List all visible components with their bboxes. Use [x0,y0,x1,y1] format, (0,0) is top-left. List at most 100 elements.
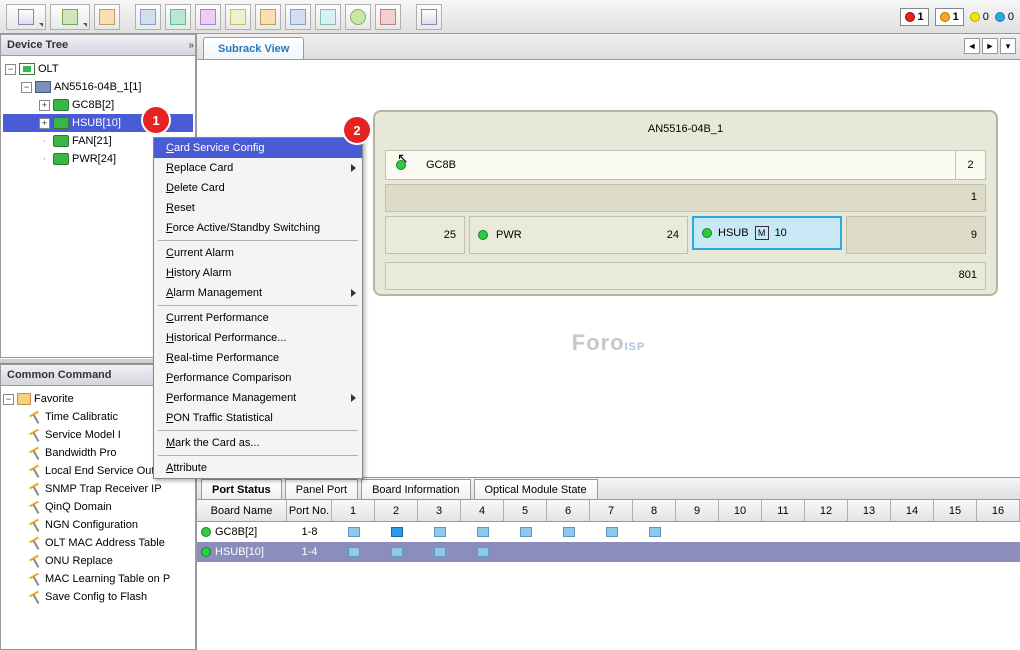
port-cell[interactable] [418,522,461,542]
menu-item[interactable]: Current Performance [154,308,362,328]
col-port[interactable]: 12 [805,500,848,521]
col-port[interactable]: 14 [891,500,934,521]
col-port[interactable]: 8 [633,500,676,521]
menu-item[interactable]: Alarm Management [154,283,362,303]
col-port[interactable]: 11 [762,500,805,521]
col-port[interactable]: 15 [934,500,977,521]
expand-toggle[interactable]: + [39,100,50,111]
toolbar-btn-1[interactable] [6,4,46,30]
toolbar-btn-4[interactable] [135,4,161,30]
tab-list-button[interactable]: ▾ [1000,38,1016,54]
col-port[interactable]: 10 [719,500,762,521]
menu-item[interactable]: PON Traffic Statistical [154,408,362,428]
status-led-icon [702,228,712,238]
port-cell[interactable] [547,522,590,542]
menu-item[interactable]: Replace Card [154,158,362,178]
col-port[interactable]: 5 [504,500,547,521]
menu-item[interactable]: Performance Comparison [154,368,362,388]
col-port[interactable]: 4 [461,500,504,521]
col-port[interactable]: 2 [375,500,418,521]
menu-item[interactable]: Delete Card [154,178,362,198]
toolbar-btn-12[interactable] [375,4,401,30]
toolbar-btn-10[interactable] [315,4,341,30]
toolbar-btn-2[interactable] [50,4,90,30]
menu-item[interactable]: Current Alarm [154,243,362,263]
port-cell[interactable] [590,522,633,542]
port-cell[interactable] [375,542,418,562]
tab-next-button[interactable]: ► [982,38,998,54]
slot-hsub[interactable]: HSUBM10 [692,216,842,250]
toolbar-btn-9[interactable] [285,4,311,30]
collapse-icon[interactable]: » [188,40,191,51]
favorite-item[interactable]: Save Config to Flash [3,588,193,606]
col-port[interactable]: 13 [848,500,891,521]
expand-toggle[interactable]: − [3,394,14,405]
slot-pwr[interactable]: PWR24 [469,216,688,254]
menu-item[interactable]: Performance Management [154,388,362,408]
menu-item[interactable]: Real-time Performance [154,348,362,368]
tab-port-status[interactable]: Port Status [201,479,282,499]
tab-board-info[interactable]: Board Information [361,479,470,499]
port-icon [348,547,360,557]
port-cell[interactable] [504,522,547,542]
col-port[interactable]: 3 [418,500,461,521]
menu-item[interactable]: Mark the Card as... [154,433,362,453]
port-cell[interactable] [633,522,676,542]
menu-item[interactable]: Reset [154,198,362,218]
toolbar-btn-13[interactable] [416,4,442,30]
slot-gc8b[interactable]: GC8B2 [385,150,986,180]
col-port[interactable]: 1 [332,500,375,521]
menu-item[interactable]: Card Service Config [154,138,362,158]
col-port[interactable]: 7 [590,500,633,521]
expand-toggle[interactable]: − [5,64,16,75]
col-port[interactable]: 9 [676,500,719,521]
favorite-item[interactable]: OLT MAC Address Table [3,534,193,552]
port-cell[interactable] [332,542,375,562]
expand-toggle[interactable]: + [39,118,50,129]
menu-item[interactable]: Force Active/Standby Switching [154,218,362,238]
tab-panel-port[interactable]: Panel Port [285,479,358,499]
toolbar-btn-5[interactable] [165,4,191,30]
port-cell[interactable] [418,542,461,562]
alarm-major[interactable]: 1 [935,8,964,26]
menu-item[interactable]: Attribute [154,458,362,478]
tab-optical-module[interactable]: Optical Module State [474,479,598,499]
tab-subrack-view[interactable]: Subrack View [203,37,304,59]
col-port[interactable]: 6 [547,500,590,521]
toolbar-btn-6[interactable] [195,4,221,30]
col-port-no[interactable]: Port No. [287,500,332,521]
tree-root-olt[interactable]: − OLT [3,60,193,78]
port-table-row[interactable]: HSUB[10]1-4 [197,542,1020,562]
toolbar-btn-7[interactable] [225,4,251,30]
port-cell[interactable] [461,542,504,562]
favorite-item[interactable]: ONU Replace [3,552,193,570]
port-cell[interactable] [332,522,375,542]
port-cell[interactable] [461,522,504,542]
menu-item[interactable]: History Alarm [154,263,362,283]
toolbar-btn-8[interactable] [255,4,281,30]
menu-item[interactable]: Historical Performance... [154,328,362,348]
col-board-name[interactable]: Board Name [197,500,287,521]
port-table-row[interactable]: GC8B[2]1-8 [197,522,1020,542]
favorite-item[interactable]: QinQ Domain [3,498,193,516]
toolbar-btn-3[interactable] [94,4,120,30]
tree-shelf[interactable]: − AN5516-04B_1[1] [3,78,193,96]
slot-empty-9[interactable]: 9 [846,216,986,254]
port-icon [563,527,575,537]
col-port[interactable]: 16 [977,500,1020,521]
favorite-item[interactable]: MAC Learning Table on P [3,570,193,588]
submenu-arrow-icon [351,394,356,402]
alarm-warning[interactable]: 0 [995,11,1014,23]
toolbar-btn-11[interactable] [345,4,371,30]
chassis-frame: AN5516-04B_1 GC8B2 1 25 PWR24 HSUBM10 9 … [373,110,998,296]
slot-fan[interactable]: 25 [385,216,465,254]
slot-backplane[interactable]: 801 [385,262,986,290]
slot-empty-1[interactable]: 1 [385,184,986,212]
alarm-critical[interactable]: 1 [900,8,929,26]
favorite-item[interactable]: SNMP Trap Receiver IP [3,480,193,498]
expand-toggle[interactable]: − [21,82,32,93]
favorite-item[interactable]: NGN Configuration [3,516,193,534]
alarm-minor[interactable]: 0 [970,11,989,23]
port-cell[interactable] [375,522,418,542]
tab-prev-button[interactable]: ◄ [964,38,980,54]
